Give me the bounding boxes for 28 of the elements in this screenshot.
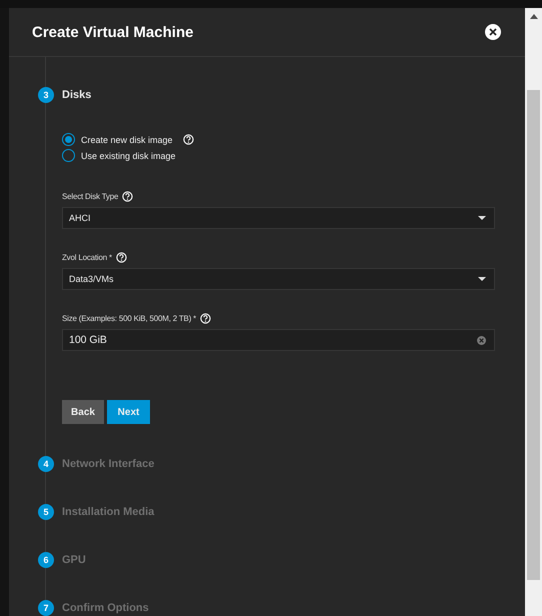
radio-button[interactable] xyxy=(62,149,75,162)
radio-label[interactable]: Create new disk image xyxy=(81,134,173,144)
clear-icon[interactable] xyxy=(477,336,486,344)
caret-icon xyxy=(478,216,486,220)
radio-label[interactable]: Use existing disk image xyxy=(81,150,176,160)
field-label: Select Disk Type xyxy=(62,192,118,201)
step-number: 6 xyxy=(38,552,54,568)
help-icon[interactable] xyxy=(182,134,194,145)
caret-icon xyxy=(478,277,486,281)
field-label: Zvol Location * xyxy=(62,253,112,262)
field-label: Size (Examples: 500 KiB, 500M, 2 TB) * xyxy=(62,314,196,323)
step-number: 7 xyxy=(38,600,54,616)
input-field[interactable]: 100 GiB xyxy=(62,329,495,351)
radio-button[interactable] xyxy=(62,133,75,146)
scrollbar-thumb[interactable] xyxy=(527,90,540,580)
close-icon[interactable] xyxy=(485,24,501,40)
dialog-title: Create Virtual Machine xyxy=(32,24,194,40)
scroll-up-icon[interactable] xyxy=(530,14,538,19)
dropdown-field[interactable]: AHCI xyxy=(62,207,495,229)
step-number: 5 xyxy=(38,504,54,520)
step-number: 4 xyxy=(38,456,54,472)
help-icon[interactable] xyxy=(116,252,127,263)
back-button[interactable]: Back xyxy=(62,400,104,424)
step-number: 3 xyxy=(38,87,54,103)
help-icon[interactable] xyxy=(200,313,212,324)
help-icon[interactable] xyxy=(122,191,134,202)
dropdown-field[interactable]: Data3/VMs xyxy=(62,268,495,290)
step-label[interactable]: Disks xyxy=(62,89,92,101)
